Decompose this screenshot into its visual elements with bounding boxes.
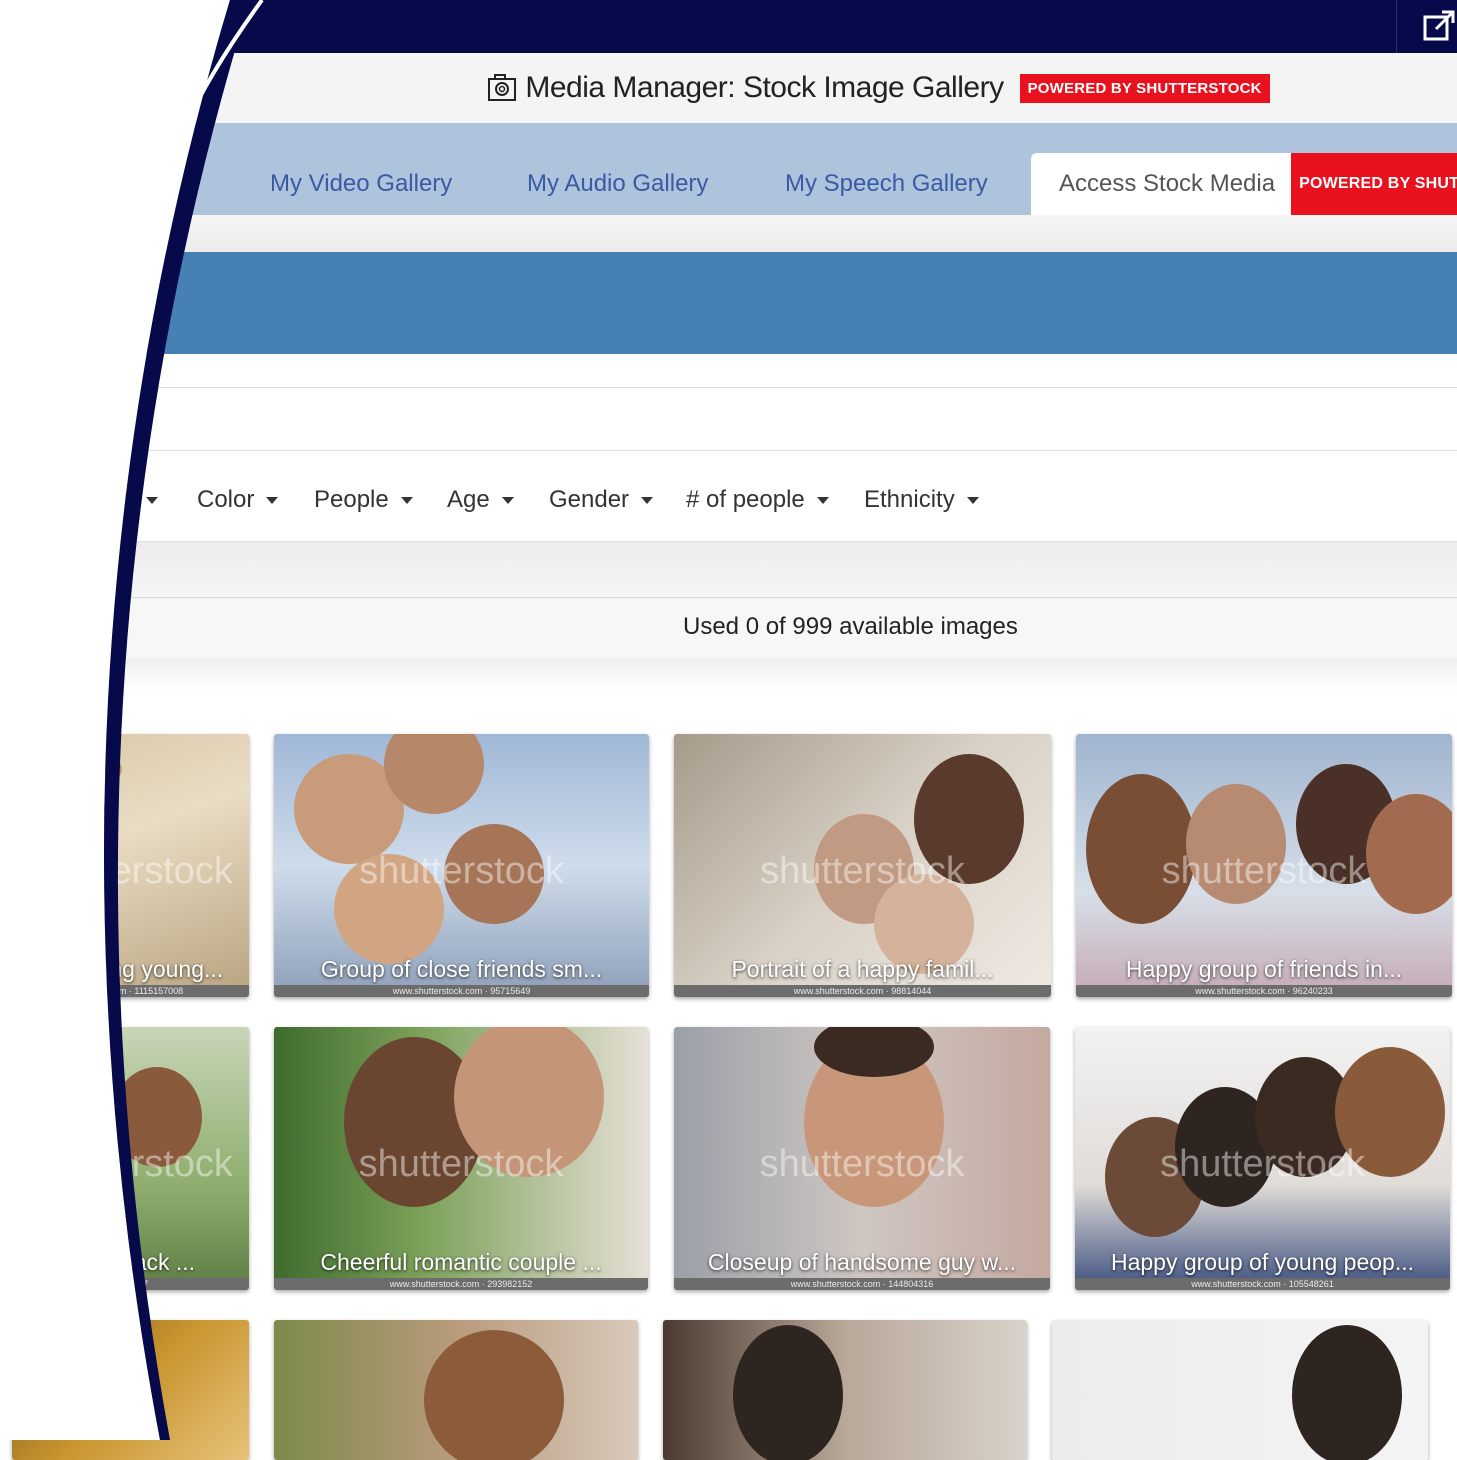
stock-image-card[interactable]: shutterstock Group of close friends sm..… [274,734,649,997]
tab-access-stock-media-label: Access Stock Media [1059,170,1276,197]
card-image [663,1320,1027,1460]
stock-image-card[interactable] [663,1320,1027,1460]
filter-label: ntations [50,486,135,513]
media-type-bar: io [0,252,1457,354]
watermark-text: shutterstock [28,849,233,892]
card-caption: Happy group of young peop... [1110,1249,1415,1275]
card-footer: www.shutterstock.com · 105548261 [1075,1278,1450,1290]
tab-video-gallery[interactable]: My Video Gallery [270,153,452,215]
page-title: Media Manager: Stock Image Gallery [525,71,1004,104]
stock-image-card[interactable]: shutterstock of smiling young... erstock… [12,734,249,997]
card-footer: www.shutterstock.com · 293982152 [274,1278,648,1290]
watermark-text: shutterstock [359,849,564,892]
stock-image-card[interactable]: shutterstock piggyback ... 0939997 [12,1027,249,1290]
filter-age[interactable]: Age [447,486,514,514]
tab-audio-gallery[interactable]: My Audio Gallery [527,153,708,215]
filter-ethnicity[interactable]: Ethnicity [864,486,979,514]
filter-number-of-people[interactable]: # of people [686,486,829,514]
tab-speech-gallery[interactable]: My Speech Gallery [785,153,988,215]
watermark-text: shutterstock [358,1142,564,1185]
watermark-text: shutterstock [1160,1142,1365,1185]
title-bar: Media Manager: Stock Image Gallery POWER… [0,53,1457,123]
caret-down-icon [400,496,413,504]
card-footer: www.shutterstock.com · 98814044 [674,985,1051,997]
card-footer: www.shutterstock.com · 144804316 [674,1278,1050,1290]
tabs-spacer [0,215,1457,252]
stock-image-card[interactable]: shutterstock Cheerful romantic couple ..… [274,1027,648,1290]
filter-label: # of people [686,486,805,513]
stock-image-card[interactable]: shutterstock Happy group of young peop..… [1075,1027,1450,1290]
media-type-tab[interactable]: io [105,288,124,316]
card-caption: of smiling young... [37,956,224,982]
search-input[interactable] [60,404,1364,432]
external-link-icon[interactable] [1422,6,1457,46]
card-caption: Closeup of handsome guy w... [707,1249,1017,1275]
search-bar [0,387,1457,451]
filter-gender[interactable]: Gender [549,486,654,514]
filter-orientations[interactable]: ntations [50,486,159,514]
watermark-text: shutterstock [1161,849,1367,892]
caret-down-icon [641,496,654,504]
card-caption: Cheerful romantic couple ... [320,1249,602,1275]
top-bar [0,0,1457,53]
top-bar-divider [1396,0,1397,53]
watermark-text: shutterstock [28,1142,233,1185]
stock-image-card[interactable]: shutterstock Portrait of a happy famil..… [674,734,1051,997]
usage-text: Used 0 of 999 available images [683,613,1018,640]
spacer [0,542,1457,597]
usage-bar: Used 0 of 999 available images [0,597,1457,659]
filter-label: Ethnicity [864,486,955,513]
tab-access-stock-media[interactable]: Access Stock Media POWERED BY SHUTTE [1031,153,1457,215]
caret-down-icon [966,496,979,504]
filter-label: Gender [549,486,630,513]
watermark-text: shutterstock [759,1142,965,1185]
card-footer: 0939997 [12,1278,249,1290]
caret-down-icon [266,496,279,504]
tab-image-gallery[interactable]: ery [140,153,173,215]
filter-label: Color [197,486,255,513]
stock-image-card[interactable] [1052,1320,1428,1460]
card-caption: piggyback ... [65,1249,196,1275]
powered-by-badge: POWERED BY SHUTTERSTOCK [1019,73,1270,103]
filter-bar: ntations Color People Age Gender # of pe… [0,470,1457,540]
caret-down-icon [501,496,514,504]
filter-color[interactable]: Color [197,486,279,514]
card-footer: www.shutterstock.com · 95715649 [274,985,649,997]
stock-image-card[interactable]: shutterstock Happy group of friends in..… [1076,734,1452,997]
watermark-text: shutterstock [760,849,965,892]
person-figure [424,1330,564,1460]
caret-down-icon [816,496,829,504]
card-caption: Group of close friends sm... [320,956,603,982]
filter-label: Age [447,486,490,513]
card-footer: erstock.com · 1115157008 [12,985,249,997]
card-caption: Happy group of friends in... [1125,956,1403,982]
spacer [0,658,1457,692]
stock-image-card[interactable] [12,1320,249,1460]
camera-icon [488,74,517,101]
filter-label: People [314,486,389,513]
card-caption: Portrait of a happy famil... [731,956,994,982]
card-footer: www.shutterstock.com · 96240233 [1076,985,1452,997]
card-image [12,1320,249,1460]
stock-image-card[interactable] [274,1320,638,1460]
gallery-tabs: ery My Video Gallery My Audio Gallery My… [0,123,1457,215]
stock-image-card[interactable]: shutterstock Closeup of handsome guy w..… [674,1027,1050,1290]
powered-by-badge-tab: POWERED BY SHUTTE [1291,153,1457,215]
caret-down-icon [146,496,159,504]
filter-people[interactable]: People [314,486,413,514]
